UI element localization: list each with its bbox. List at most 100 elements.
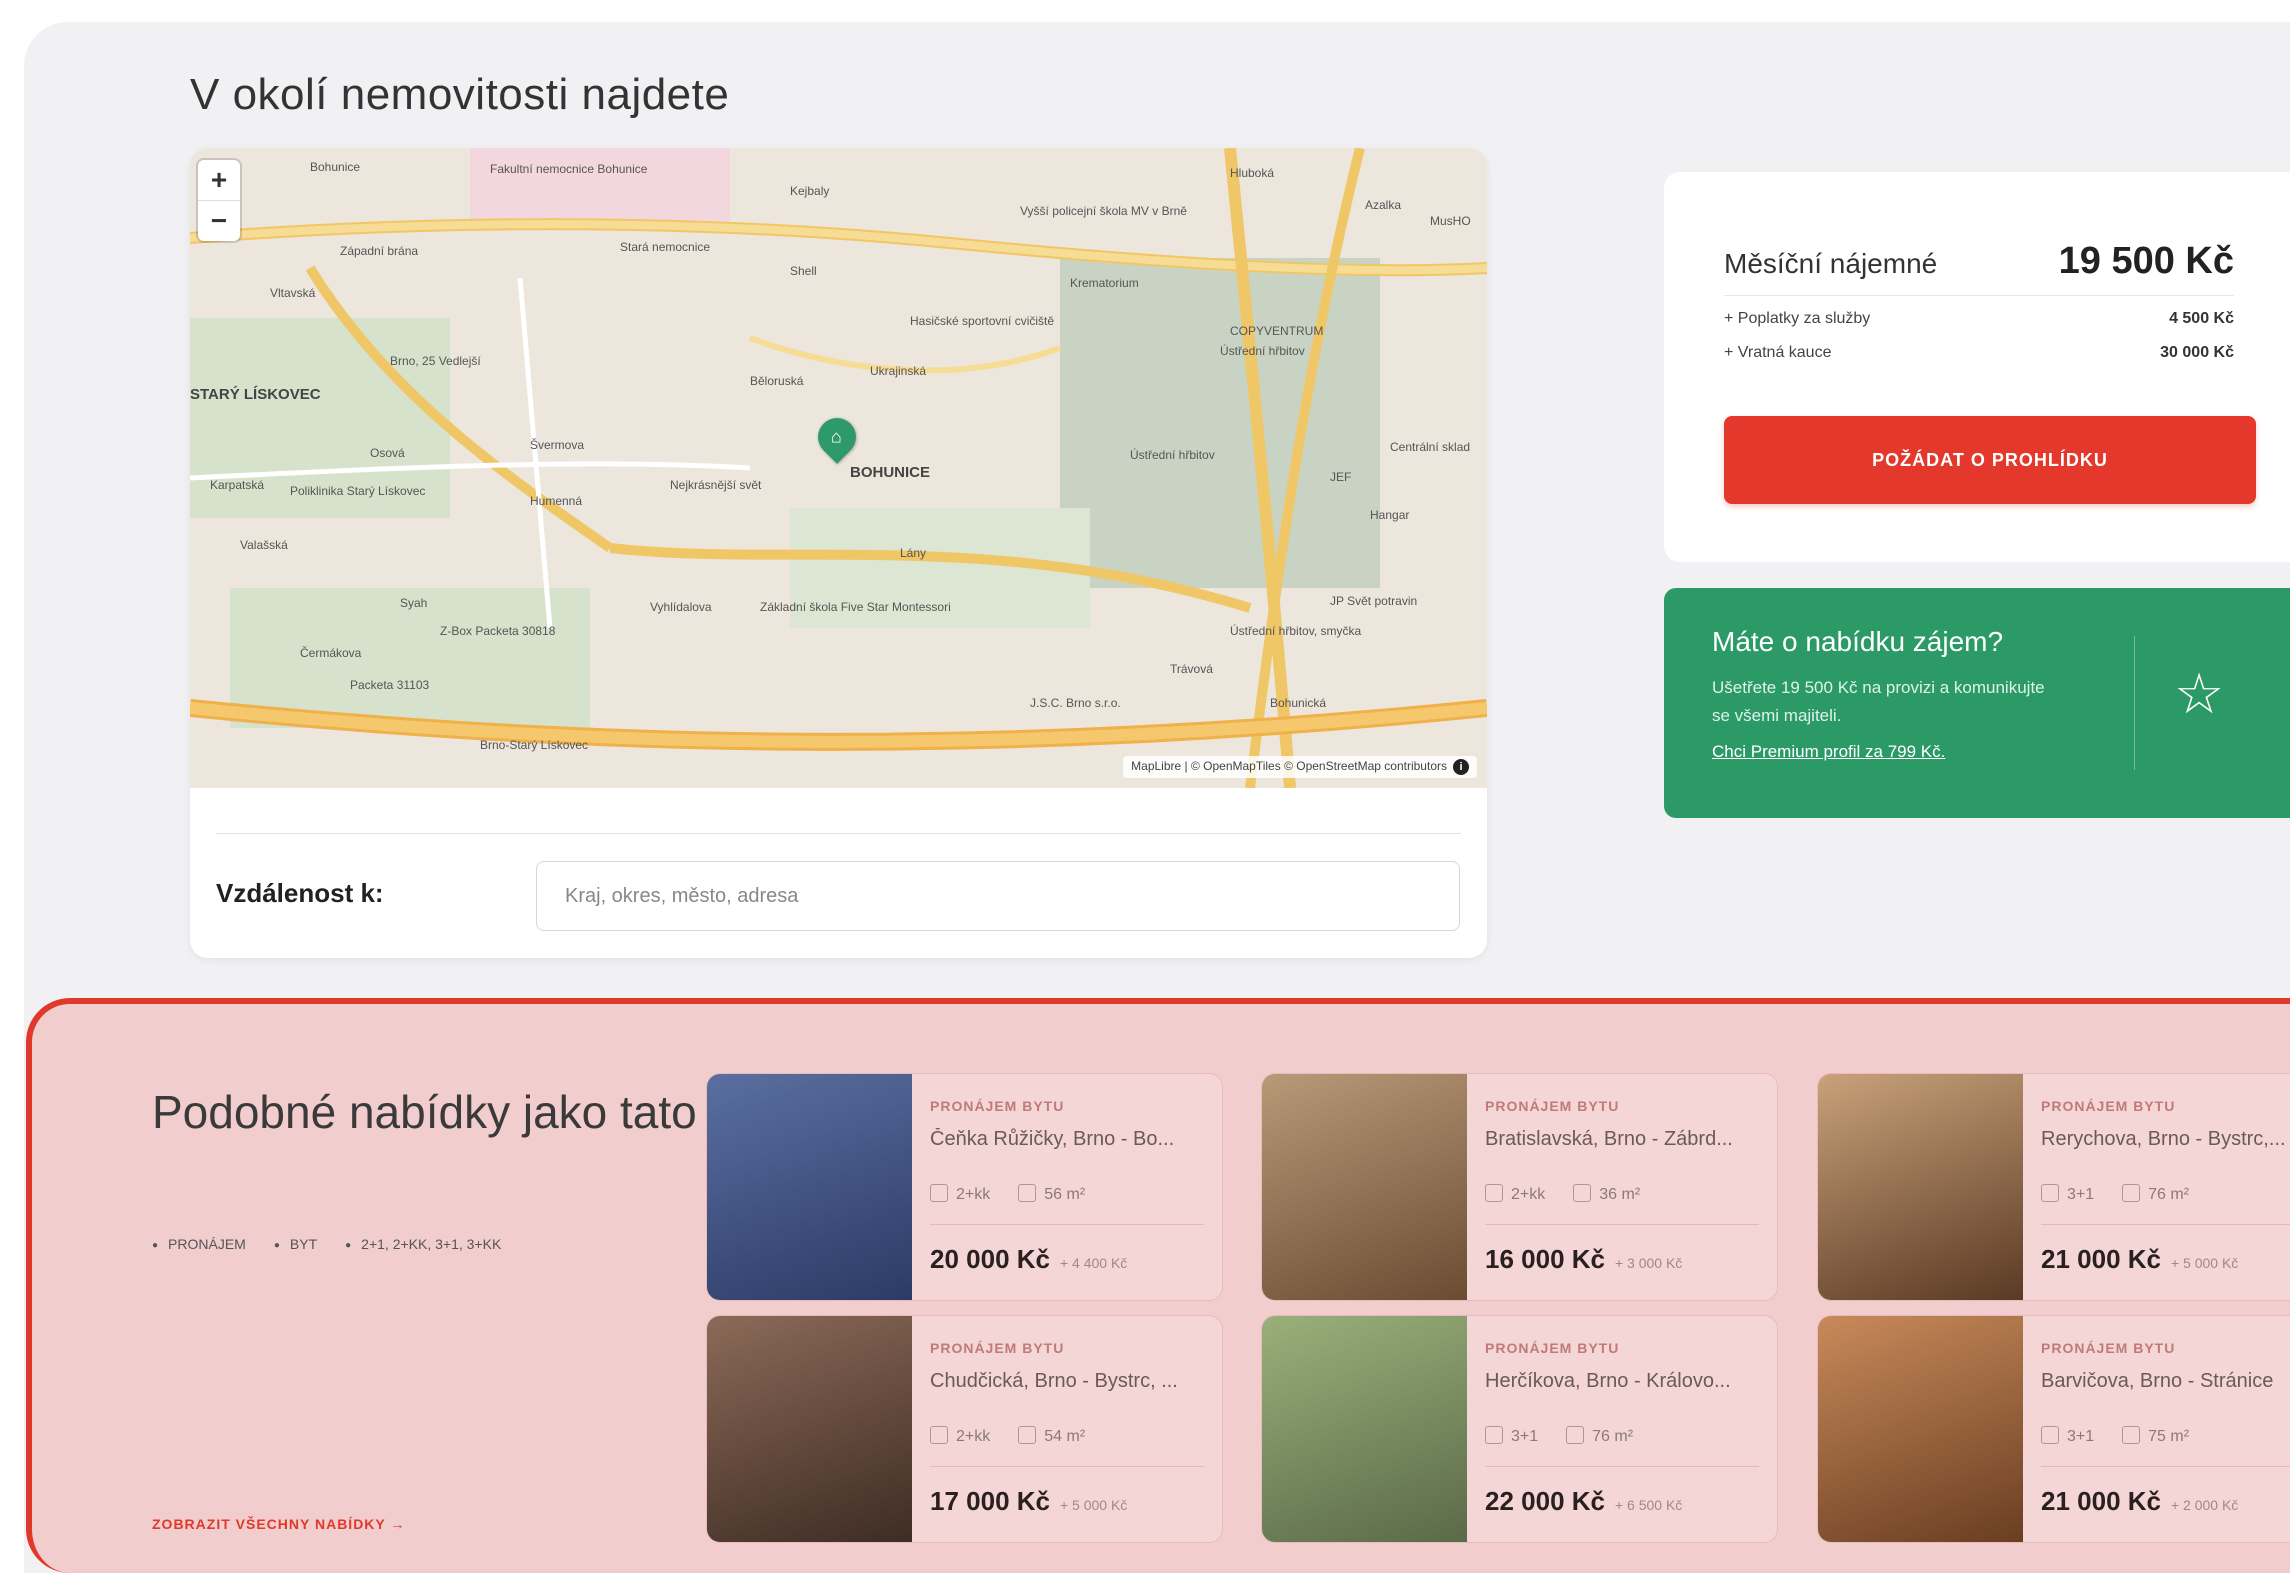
map-label: Hangar bbox=[1370, 508, 1410, 522]
listing-area: 76 m² bbox=[1566, 1426, 1633, 1446]
map-label: Fakultní nemocnice Bohunice bbox=[490, 162, 648, 176]
monthly-rent-label: Měsíční nájemné bbox=[1724, 248, 1938, 279]
info-icon[interactable]: i bbox=[1453, 759, 1469, 775]
listing-price: 22 000 Kč bbox=[1485, 1486, 1605, 1516]
divider bbox=[2041, 1466, 2290, 1467]
listing-address[interactable]: Bratislavská, Brno - Zábrd... bbox=[1485, 1128, 1755, 1151]
map-label: Shell bbox=[790, 264, 817, 278]
map-label: Osová bbox=[370, 446, 405, 460]
listing-price: 20 000 Kč bbox=[930, 1244, 1050, 1274]
map-label: Packeta 31103 bbox=[350, 678, 430, 692]
distance-label: Vzdálenost k: bbox=[216, 878, 384, 908]
listing-layout: 3+1 bbox=[1485, 1426, 1538, 1446]
listing-area: 54 m² bbox=[1018, 1426, 1085, 1446]
listing-card[interactable]: PRONÁJEM BYTU Herčíkova, Brno - Královo..… bbox=[1261, 1315, 1778, 1543]
map-label: Ústřední hřbitov bbox=[1220, 344, 1305, 358]
area-icon bbox=[1573, 1184, 1592, 1202]
map-label: Stará nemocnice bbox=[620, 240, 711, 254]
map-label: Karpatská bbox=[210, 478, 265, 492]
listing-area-value: 76 m² bbox=[1592, 1428, 1634, 1445]
listing-features: 3+1 76 m² bbox=[2041, 1184, 2189, 1204]
listing-card[interactable]: PRONÁJEM BYTU Barvičova, Brno - Stránice 3… bbox=[1817, 1315, 2290, 1543]
star-outline-icon[interactable]: ☆ bbox=[2174, 666, 2224, 722]
listing-layout-value: 2+kk bbox=[1511, 1186, 1546, 1203]
listing-card[interactable]: PRONÁJEM BYTU Čeňka Růžičky, Brno - Bo...… bbox=[706, 1073, 1223, 1301]
listing-address[interactable]: Barvičova, Brno - Stránice bbox=[2041, 1370, 2290, 1393]
monthly-rent-value: 19 500 Kč bbox=[2058, 240, 2234, 282]
divider bbox=[216, 833, 1461, 834]
price-card: Měsíční nájemné 19 500 Kč + Poplatky za … bbox=[1664, 172, 2290, 562]
listing-address[interactable]: Čeňka Růžičky, Brno - Bo... bbox=[930, 1128, 1200, 1151]
listing-area: 56 m² bbox=[1018, 1184, 1085, 1204]
floorplan-icon bbox=[1485, 1184, 1503, 1202]
listing-layout: 2+kk bbox=[1485, 1184, 1545, 1204]
listing-photo[interactable] bbox=[1818, 1316, 2023, 1542]
listing-price-row: 21 000 Kč + 2 000 Kč bbox=[2041, 1486, 2238, 1517]
listing-fee: + 5 000 Kč bbox=[2170, 1255, 2239, 1271]
home-icon: ⌂ bbox=[830, 426, 842, 447]
listing-card[interactable]: PRONÁJEM BYTU Bratislavská, Brno - Zábrd.… bbox=[1261, 1073, 1778, 1301]
map[interactable]: + − Bohunice Fakultní nemocnice Bohunice… bbox=[190, 148, 1487, 788]
listing-address[interactable]: Herčíkova, Brno - Královo... bbox=[1485, 1370, 1755, 1393]
deposit-value: 30 000 Kč bbox=[2160, 344, 2234, 361]
listing-photo[interactable] bbox=[1262, 1316, 1467, 1542]
map-label: Poliklinika Starý Lískovec bbox=[290, 484, 426, 498]
map-label: Bohunice bbox=[310, 160, 361, 174]
divider bbox=[2134, 636, 2135, 770]
map-label: Krematorium bbox=[1070, 276, 1139, 290]
listing-fee: + 5 000 Kč bbox=[1059, 1497, 1128, 1513]
listing-type: PRONÁJEM BYTU bbox=[2041, 1340, 2176, 1356]
listing-address[interactable]: Rerychova, Brno - Bystrc,... bbox=[2041, 1128, 2290, 1151]
floorplan-icon bbox=[2041, 1426, 2059, 1444]
floorplan-icon bbox=[2041, 1184, 2059, 1202]
map-label: Základní škola Five Star Montessori bbox=[760, 600, 951, 614]
listing-price-row: 16 000 Kč + 3 000 Kč bbox=[1485, 1244, 1682, 1275]
request-viewing-button[interactable]: POŽÁDAT O PROHLÍDKU bbox=[1724, 416, 2256, 504]
divider bbox=[930, 1224, 1204, 1225]
tag: BYT bbox=[274, 1236, 317, 1252]
listing-layout-value: 3+1 bbox=[1511, 1428, 1539, 1445]
listing-fee: + 2 000 Kč bbox=[2170, 1497, 2239, 1513]
distance-search-input[interactable] bbox=[536, 861, 1460, 931]
listing-price: 17 000 Kč bbox=[930, 1486, 1050, 1516]
map-label: Západní brána bbox=[340, 244, 419, 258]
map-label: Bohunická bbox=[1270, 696, 1327, 710]
listing-layout: 3+1 bbox=[2041, 1184, 2094, 1204]
listing-card[interactable]: PRONÁJEM BYTU Rerychova, Brno - Bystrc,..… bbox=[1817, 1073, 2290, 1301]
listing-features: 2+kk 54 m² bbox=[930, 1426, 1085, 1446]
listing-area: 36 m² bbox=[1573, 1184, 1640, 1204]
listing-area-value: 54 m² bbox=[1044, 1428, 1086, 1445]
zoom-in-button[interactable]: + bbox=[198, 160, 240, 200]
map-label: Kejbaly bbox=[790, 184, 830, 198]
floorplan-icon bbox=[1485, 1426, 1503, 1444]
listing-address[interactable]: Chudčická, Brno - Bystrc, ... bbox=[930, 1370, 1200, 1393]
tag: PRONÁJEM bbox=[152, 1236, 246, 1252]
listing-photo[interactable] bbox=[1262, 1074, 1467, 1300]
map-label: Běloruská bbox=[750, 374, 804, 388]
floorplan-icon bbox=[930, 1184, 948, 1202]
show-all-listings-link[interactable]: ZOBRAZIT VŠECHNY NABÍDKY → bbox=[152, 1516, 405, 1532]
listing-photo[interactable] bbox=[1818, 1074, 2023, 1300]
deposit-label: + Vratná kauce bbox=[1724, 344, 1832, 361]
listing-features: 2+kk 56 m² bbox=[930, 1184, 1085, 1204]
listing-price: 21 000 Kč bbox=[2041, 1486, 2161, 1516]
listing-info: PRONÁJEM BYTU Barvičova, Brno - Stránice 3… bbox=[2023, 1316, 2290, 1542]
map-label: Hluboká bbox=[1230, 166, 1275, 180]
listing-photo[interactable] bbox=[707, 1074, 912, 1300]
listing-type: PRONÁJEM BYTU bbox=[930, 1098, 1065, 1114]
divider bbox=[930, 1466, 1204, 1467]
premium-profile-link[interactable]: Chci Premium profil za 799 Kč. bbox=[1712, 742, 1945, 762]
map-attribution: MapLibre | © OpenMapTiles © OpenStreetMa… bbox=[1123, 756, 1477, 778]
zoom-out-button[interactable]: − bbox=[198, 200, 240, 241]
area-icon bbox=[1566, 1426, 1585, 1444]
listing-photo[interactable] bbox=[707, 1316, 912, 1542]
listing-area: 76 m² bbox=[2122, 1184, 2189, 1204]
listing-type: PRONÁJEM BYTU bbox=[1485, 1098, 1620, 1114]
listing-layout-value: 3+1 bbox=[2067, 1428, 2095, 1445]
map-zoom-controls: + − bbox=[198, 160, 240, 241]
map-label: Lány bbox=[900, 546, 927, 560]
area-icon bbox=[1018, 1184, 1037, 1202]
map-label: Humenná bbox=[530, 494, 583, 508]
listing-card[interactable]: PRONÁJEM BYTU Chudčická, Brno - Bystrc, .… bbox=[706, 1315, 1223, 1543]
map-label: Ústřední hřbitov, smyčka bbox=[1230, 624, 1362, 638]
